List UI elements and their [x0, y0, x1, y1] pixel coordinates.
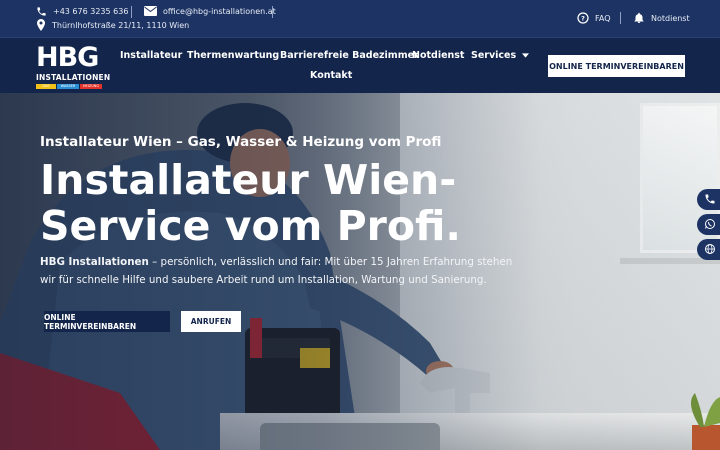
chevron-down-icon	[522, 50, 530, 61]
logo-tag-wasser: WASSER	[57, 84, 79, 89]
hero-description: HBG Installationen – persönlich, verläss…	[40, 253, 530, 289]
floating-globe-button[interactable]	[697, 239, 720, 260]
nav-item-barrierefreie-badezimmer[interactable]: Barrierefreie Badezimmer	[280, 50, 419, 61]
logo-tag-gas: GAS	[36, 84, 56, 89]
hero-subtitle: Installateur Wien – Gas, Wasser & Heizun…	[40, 134, 442, 150]
anrufen-button[interactable]: ANRUFEN	[181, 311, 241, 332]
bell-icon	[633, 12, 645, 24]
hero-title-line-2: Service vom Profi.	[40, 202, 462, 250]
nav-item-kontakt[interactable]: Kontakt	[310, 70, 352, 81]
phone-icon	[704, 190, 716, 209]
nav-item-services-label: Services	[471, 50, 517, 61]
online-termin-button-header[interactable]: ONLINE TERMINVEREINBAREN	[548, 55, 685, 77]
whatsapp-icon	[704, 215, 716, 234]
divider	[620, 12, 621, 24]
hero-title-line-1: Installateur Wien-	[40, 156, 457, 204]
email-address[interactable]: office@hbg-installationen.at	[163, 7, 276, 16]
faq-label[interactable]: FAQ	[595, 14, 611, 23]
svg-text:?: ?	[581, 15, 585, 23]
hero-title: Installateur Wien- Service vom Profi.	[40, 157, 520, 249]
phone-number[interactable]: +43 676 3235 636	[53, 7, 128, 16]
nav-item-services[interactable]: Services	[471, 50, 530, 61]
main-navigation: HBG INSTALLATIONEN GAS WASSER HEIZUNG In…	[0, 37, 720, 93]
nav-item-installateur[interactable]: Installateur	[120, 50, 182, 61]
address-text: Thürnlhofstraße 21/11, 1110 Wien	[52, 20, 190, 30]
logo-tag-bars: GAS WASSER HEIZUNG	[36, 84, 106, 89]
floating-whatsapp-button[interactable]	[697, 214, 720, 235]
divider	[131, 6, 132, 18]
online-termin-button[interactable]: ONLINE TERMINVEREINBAREN	[44, 311, 170, 332]
logo-subtitle: INSTALLATIONEN	[36, 73, 111, 82]
address: Thürnlhofstraße 21/11, 1110 Wien	[36, 19, 189, 31]
floating-phone-button[interactable]	[697, 189, 720, 210]
notdienst-label[interactable]: Notdienst	[651, 14, 690, 23]
hero-section: Installateur Wien – Gas, Wasser & Heizun…	[0, 93, 720, 450]
phone-contact[interactable]: +43 676 3235 636	[36, 6, 128, 17]
top-bar: +43 676 3235 636 office@hbg-installation…	[0, 0, 720, 37]
phone-icon	[36, 6, 47, 17]
nav-item-thermenwartung[interactable]: Thermenwartung	[187, 50, 279, 61]
email-contact[interactable]: office@hbg-installationen.at	[144, 6, 276, 16]
question-circle-icon: ?	[577, 12, 589, 24]
hero-description-brand: HBG Installationen	[40, 256, 149, 268]
notdienst-link[interactable]: Notdienst	[633, 12, 690, 24]
divider	[272, 6, 273, 18]
logo[interactable]: HBG INSTALLATIONEN GAS WASSER HEIZUNG	[36, 42, 111, 90]
logo-wordmark: HBG	[36, 42, 99, 73]
mail-icon	[144, 6, 157, 16]
location-pin-icon	[36, 19, 46, 31]
nav-item-notdienst[interactable]: Notdienst	[412, 50, 464, 61]
globe-icon	[704, 240, 716, 259]
logo-tag-heizung: HEIZUNG	[80, 84, 102, 89]
faq-link[interactable]: ? FAQ	[577, 12, 611, 24]
